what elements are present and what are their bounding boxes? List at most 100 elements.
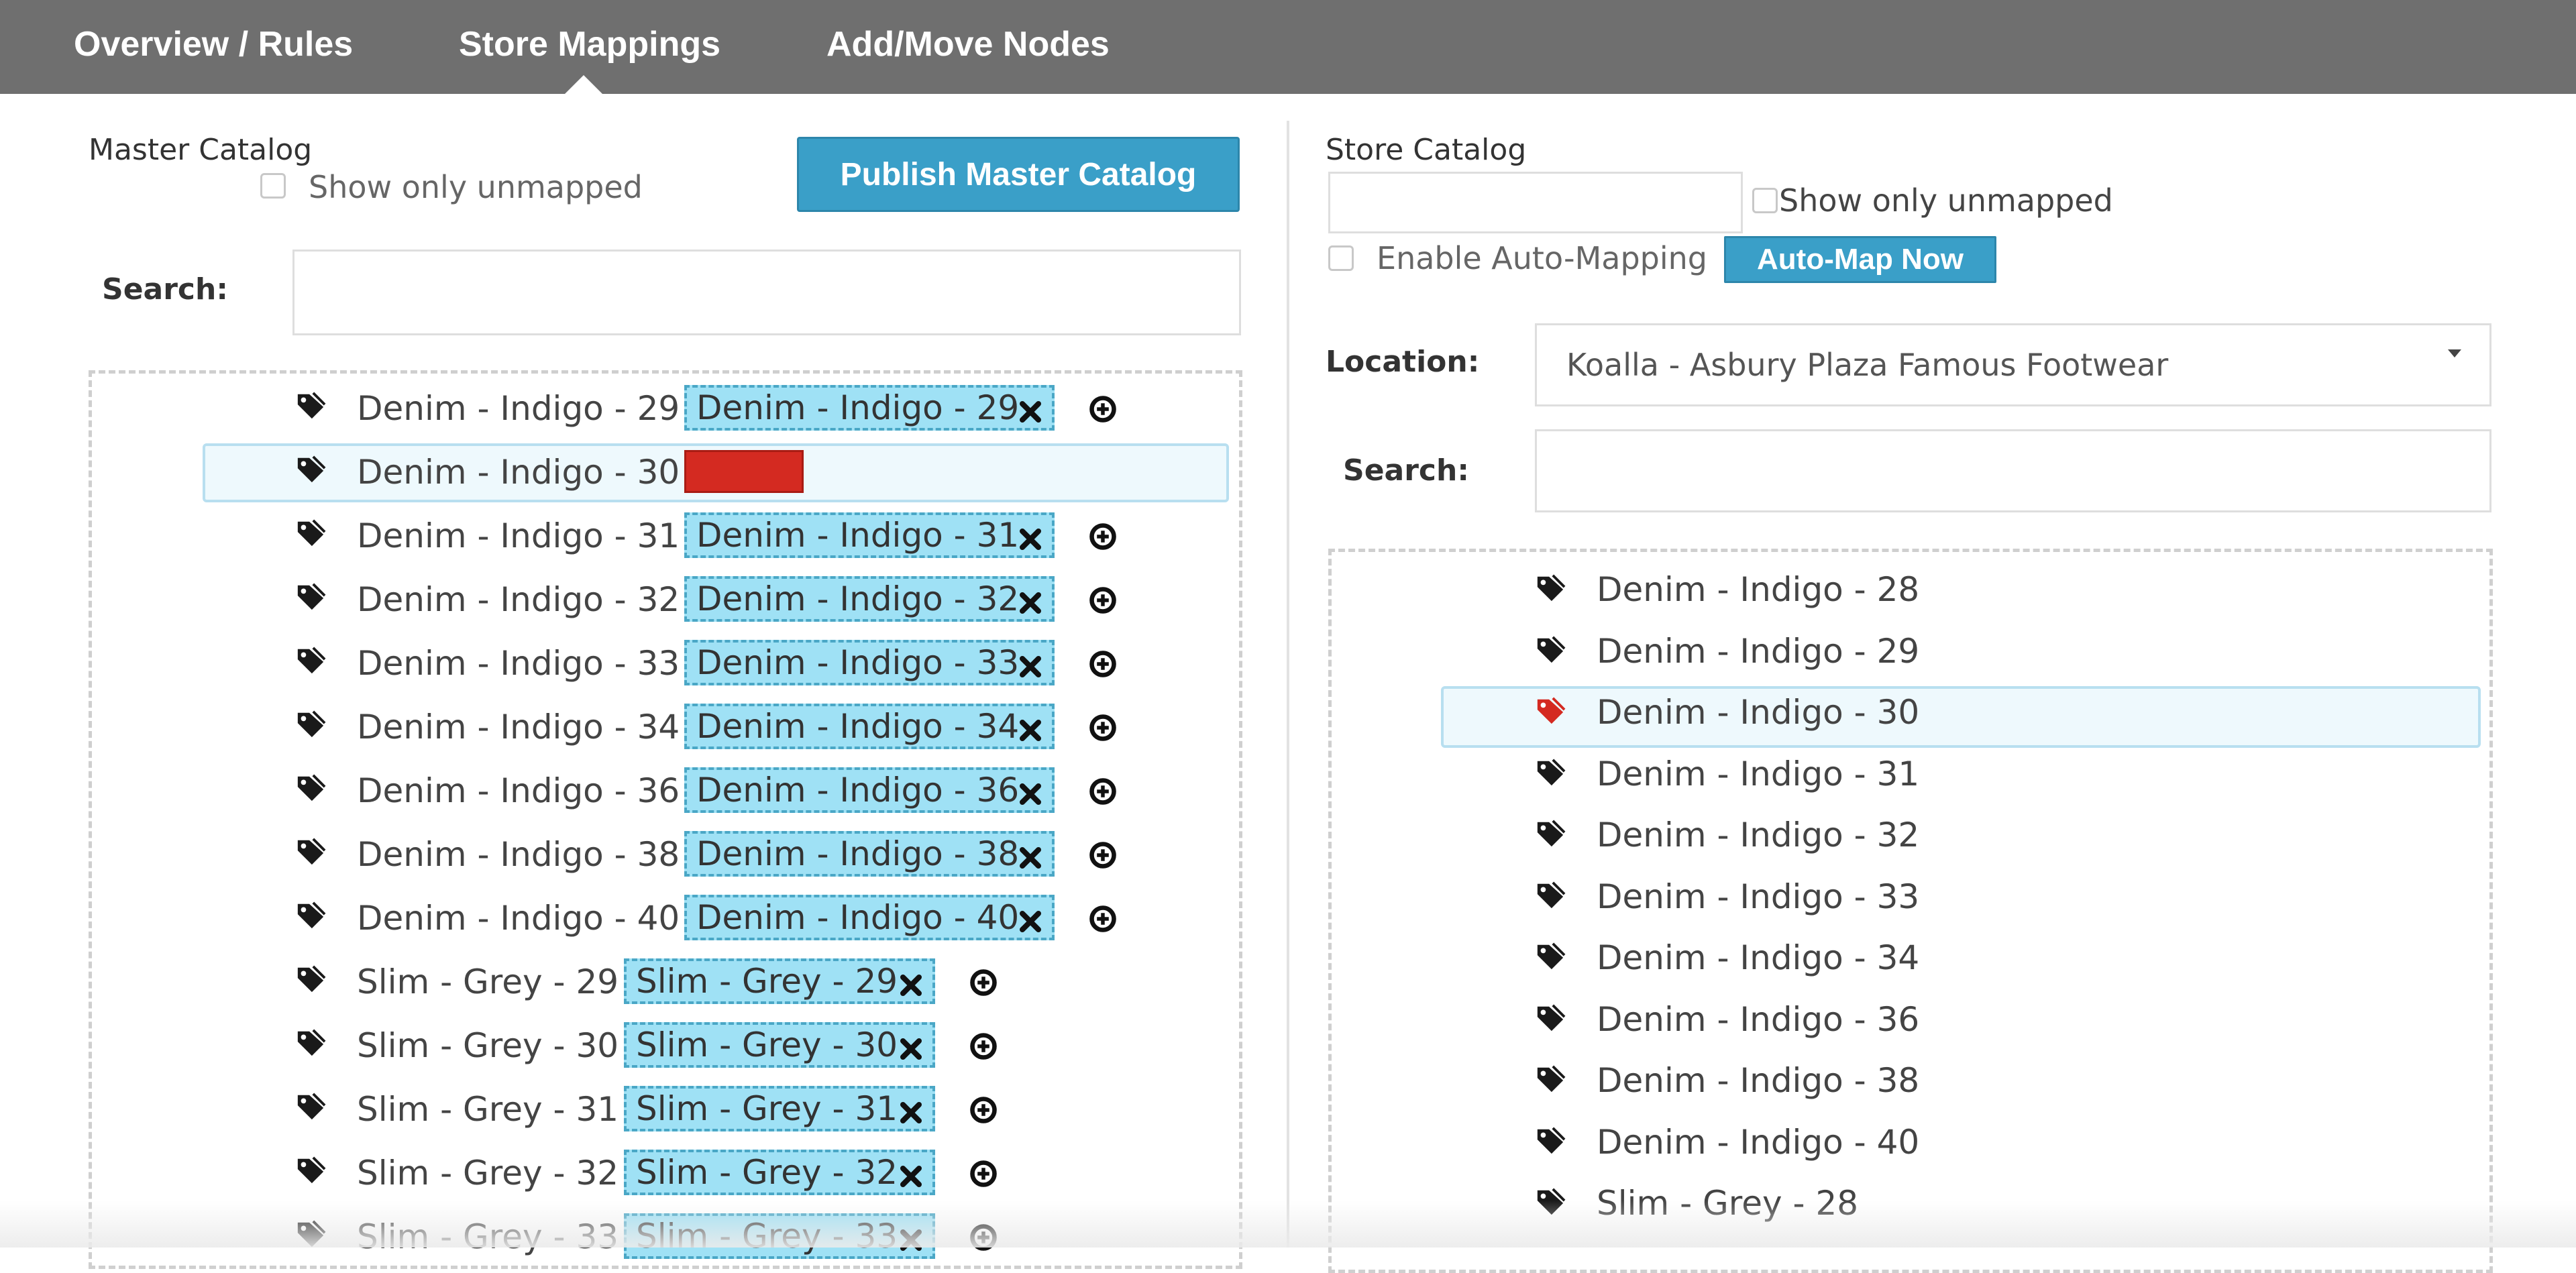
master-search-label: Search: (102, 272, 228, 307)
master-node-label[interactable]: Denim - Indigo - 31 (357, 516, 680, 555)
auto-map-now-button[interactable]: Auto-Map Now (1724, 236, 1996, 283)
mapped-chip-label: Denim - Indigo - 36 (696, 771, 1020, 810)
add-mapping-icon[interactable] (969, 1159, 998, 1188)
master-tree-container (89, 370, 1242, 1269)
add-mapping-icon[interactable] (969, 1095, 998, 1125)
mapped-chip[interactable]: Denim - Indigo - 31 (684, 512, 1055, 558)
store-node-label[interactable]: Denim - Indigo - 30 (1597, 693, 1919, 732)
remove-mapping-icon[interactable] (1017, 649, 1044, 677)
store-node-label[interactable]: Denim - Indigo - 28 (1597, 570, 1919, 609)
tag-icon (1535, 1125, 1566, 1156)
master-node-label[interactable]: Denim - Indigo - 30 (357, 453, 680, 492)
store-node-label[interactable]: Denim - Indigo - 33 (1597, 877, 1919, 916)
store-node-label[interactable]: Denim - Indigo - 40 (1597, 1123, 1919, 1162)
tag-icon (295, 773, 326, 804)
store-node-label[interactable]: Denim - Indigo - 36 (1597, 1000, 1919, 1039)
master-node-label[interactable]: Slim - Grey - 30 (357, 1026, 619, 1065)
remove-mapping-icon[interactable] (1017, 713, 1044, 741)
store-show-unmapped-checkbox[interactable] (1752, 188, 1778, 213)
master-show-unmapped-checkbox[interactable] (260, 173, 286, 199)
mapped-chip-label: Denim - Indigo - 31 (696, 516, 1020, 555)
remove-mapping-icon[interactable] (1017, 904, 1044, 932)
remove-mapping-icon[interactable] (1017, 840, 1044, 869)
tag-icon (295, 1028, 326, 1058)
enable-auto-mapping-label: Enable Auto-Mapping (1377, 240, 1707, 276)
mapped-chip[interactable]: Denim - Indigo - 29 (684, 385, 1055, 431)
master-node-label[interactable]: Slim - Grey - 29 (357, 962, 619, 1001)
mapped-chip[interactable]: Slim - Grey - 29 (624, 958, 935, 1004)
mapped-chip-label: Slim - Grey - 30 (636, 1026, 898, 1064)
mapped-chip[interactable]: Denim - Indigo - 34 (684, 704, 1055, 749)
tab-store-mappings[interactable]: Store Mappings (459, 24, 720, 64)
tag-icon (295, 390, 326, 421)
master-node-label[interactable]: Denim - Indigo - 36 (357, 771, 680, 810)
master-node-label[interactable]: Denim - Indigo - 32 (357, 580, 680, 619)
remove-mapping-icon[interactable] (1017, 394, 1044, 423)
mapped-chip[interactable]: Slim - Grey - 31 (624, 1086, 935, 1131)
publish-master-catalog-button[interactable]: Publish Master Catalog (797, 137, 1240, 212)
tag-icon (295, 645, 326, 676)
tag-icon (1535, 818, 1566, 849)
master-node-label[interactable]: Denim - Indigo - 40 (357, 899, 680, 938)
mapped-chip-label: Denim - Indigo - 33 (696, 643, 1020, 682)
master-node-label[interactable]: Slim - Grey - 32 (357, 1154, 619, 1193)
master-node-label[interactable]: Denim - Indigo - 29 (357, 389, 680, 428)
add-mapping-icon[interactable] (1088, 904, 1118, 934)
store-node-label[interactable]: Denim - Indigo - 38 (1597, 1061, 1919, 1100)
location-select-value: Koalla - Asbury Plaza Famous Footwear (1566, 347, 2169, 383)
tag-icon (1535, 573, 1566, 604)
chevron-down-icon (2448, 349, 2461, 357)
tab-overview-rules[interactable]: Overview / Rules (74, 24, 353, 64)
store-catalog-title: Store Catalog (1326, 133, 1527, 167)
mapped-chip[interactable]: Slim - Grey - 32 (624, 1150, 935, 1195)
remove-mapping-icon[interactable] (898, 1095, 924, 1123)
master-search-input[interactable] (292, 250, 1241, 335)
mapped-chip[interactable]: Denim - Indigo - 32 (684, 576, 1055, 622)
tag-icon (1535, 880, 1566, 911)
store-node-label[interactable]: Denim - Indigo - 32 (1597, 816, 1919, 854)
remove-mapping-icon[interactable] (1017, 777, 1044, 805)
tag-icon (1535, 941, 1566, 972)
add-mapping-icon[interactable] (1088, 840, 1118, 870)
mapped-chip[interactable]: Denim - Indigo - 38 (684, 831, 1055, 877)
add-mapping-icon[interactable] (1088, 649, 1118, 679)
add-mapping-icon[interactable] (1088, 586, 1118, 615)
master-node-label[interactable]: Denim - Indigo - 38 (357, 835, 680, 874)
store-node-label[interactable]: Denim - Indigo - 29 (1597, 632, 1919, 671)
add-mapping-icon[interactable] (969, 968, 998, 997)
location-select[interactable]: Koalla - Asbury Plaza Famous Footwear (1535, 323, 2491, 406)
remove-mapping-icon[interactable] (1017, 522, 1044, 550)
store-node-label[interactable]: Denim - Indigo - 31 (1597, 755, 1919, 793)
mapped-chip[interactable]: Slim - Grey - 30 (624, 1022, 935, 1068)
tag-icon (295, 836, 326, 867)
master-node-label[interactable]: Denim - Indigo - 34 (357, 708, 680, 746)
store-node-label[interactable]: Denim - Indigo - 34 (1597, 938, 1919, 977)
mapped-chip[interactable]: Denim - Indigo - 33 (684, 640, 1055, 685)
master-show-unmapped-label: Show only unmapped (309, 169, 643, 205)
add-mapping-icon[interactable] (1088, 713, 1118, 742)
mapped-chip[interactable]: Denim - Indigo - 36 (684, 767, 1055, 813)
store-search-input[interactable] (1535, 429, 2491, 512)
add-mapping-icon[interactable] (1088, 777, 1118, 806)
add-mapping-icon[interactable] (1088, 522, 1118, 551)
mapped-chip-label: Denim - Indigo - 38 (696, 834, 1020, 873)
tag-icon (295, 964, 326, 995)
mapping-drop-target-error[interactable] (684, 450, 804, 493)
remove-mapping-icon[interactable] (898, 1159, 924, 1187)
remove-mapping-icon[interactable] (898, 968, 924, 996)
master-node-label[interactable]: Slim - Grey - 31 (357, 1090, 619, 1129)
remove-mapping-icon[interactable] (1017, 586, 1044, 614)
tag-icon (295, 900, 326, 931)
tag-icon (295, 1155, 326, 1186)
tab-add-move-nodes[interactable]: Add/Move Nodes (826, 24, 1110, 64)
remove-mapping-icon[interactable] (898, 1032, 924, 1060)
enable-auto-mapping-checkbox[interactable] (1328, 245, 1354, 271)
master-node-label[interactable]: Denim - Indigo - 33 (357, 644, 680, 683)
add-mapping-icon[interactable] (969, 1032, 998, 1061)
bottom-fade (0, 1201, 2576, 1248)
tag-icon (295, 518, 326, 549)
mapped-chip[interactable]: Denim - Indigo - 40 (684, 895, 1055, 940)
store-show-unmapped-label: Show only unmapped (1779, 182, 2113, 219)
store-catalog-input[interactable] (1328, 172, 1743, 233)
add-mapping-icon[interactable] (1088, 394, 1118, 424)
